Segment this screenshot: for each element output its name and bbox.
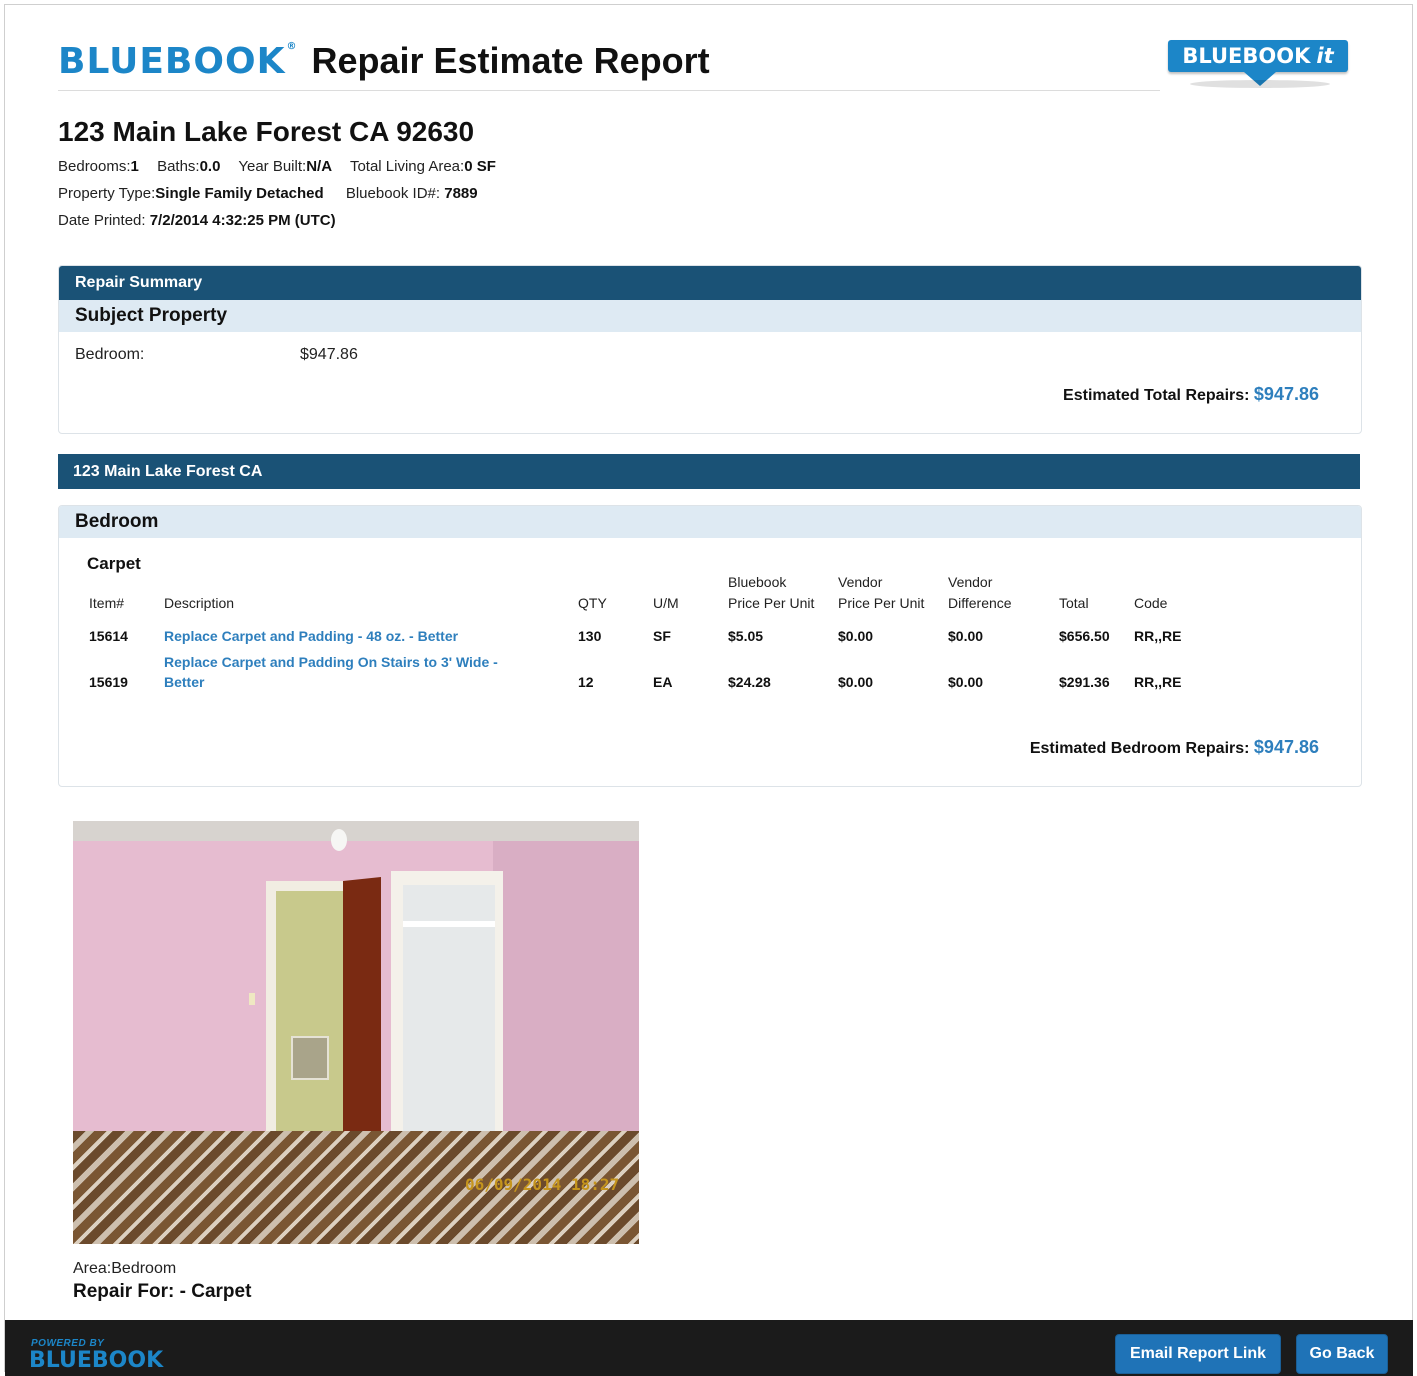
col-total: Total (1059, 595, 1089, 611)
col-vendor-bottom: Price Per Unit (838, 595, 925, 611)
row-description-link[interactable]: Replace Carpet and Padding - 48 oz. - Be… (164, 626, 458, 646)
row-bluebook-price: $24.28 (728, 674, 771, 690)
row-description-link-continued[interactable]: Better (164, 672, 204, 692)
row-difference: $0.00 (948, 628, 984, 644)
col-code: Code (1134, 595, 1168, 611)
photo-door (343, 877, 381, 1166)
repair-summary-panel: Repair Summary Subject Property Bedroom:… (58, 265, 1362, 434)
row-item: 15614 (89, 628, 128, 644)
photo-wall (493, 841, 639, 1141)
email-report-link-button[interactable]: Email Report Link (1115, 1334, 1281, 1374)
col-diff-top: Vendor (948, 574, 993, 590)
footer-bluebook-logo: BLUEBOOK (29, 1348, 164, 1373)
bedroom-photo[interactable]: 06/09/2014 18:27 (73, 821, 639, 1244)
row-bluebook-price: $5.05 (728, 628, 764, 644)
estimated-bedroom-value: $947.86 (1253, 737, 1319, 757)
row-total: $656.50 (1059, 628, 1110, 644)
row-difference: $0.00 (948, 674, 984, 690)
estimated-total-value: $947.86 (1253, 384, 1319, 404)
row-qty: 12 (578, 674, 594, 690)
row-item: 15619 (89, 674, 128, 690)
photo-outlet (249, 993, 255, 1005)
summary-row-value[interactable]: $947.86 (300, 346, 358, 364)
row-total: $291.36 (1059, 674, 1110, 690)
photo-light-bulb (331, 829, 347, 851)
estimated-total-repairs: Estimated Total Repairs: $947.86 (1063, 384, 1319, 404)
category-carpet: Carpet (87, 554, 141, 573)
go-back-button[interactable]: Go Back (1296, 1334, 1388, 1374)
photo-repair-caption: Repair For: - Carpet (73, 1281, 252, 1302)
col-item: Item# (89, 595, 125, 611)
badge-shadow (1190, 80, 1330, 88)
bluebook-logo: BLUEBOOK® (58, 40, 298, 82)
estimated-bedroom-repairs: Estimated Bedroom Repairs: $947.86 (1029, 737, 1319, 757)
property-stats: Bedrooms:1 Baths:0.0 Year Built:N/A Tota… (58, 158, 496, 175)
row-description-link[interactable]: Replace Carpet and Padding On Stairs to … (164, 652, 498, 672)
header-divider (58, 90, 1160, 91)
row-qty: 130 (578, 628, 602, 644)
bedroom-panel: Bedroom Carpet Item# Description QTY U/M… (58, 505, 1362, 787)
photo-shelf (403, 921, 495, 927)
subject-property-subheader: Subject Property (59, 300, 1361, 332)
property-type-line: Property Type:Single Family Detached Blu… (58, 185, 478, 202)
col-bluebook-bottom: Price Per Unit (728, 595, 815, 611)
report-header: BLUEBOOK® Repair Estimate Report (58, 38, 710, 84)
col-vendor-top: Vendor (838, 574, 883, 590)
col-um: U/M (653, 595, 679, 611)
photo-area-caption: Area:Bedroom (73, 1260, 177, 1277)
bedroom-subheader: Bedroom (59, 506, 1361, 538)
col-qty: QTY (578, 595, 607, 611)
row-code: RR,,RE (1134, 628, 1182, 644)
page-title: Repair Estimate Report (311, 40, 710, 81)
col-diff-bottom: Difference (948, 595, 1012, 611)
row-um: EA (653, 674, 673, 690)
row-code: RR,,RE (1134, 674, 1182, 690)
address-section-header: 123 Main Lake Forest CA (58, 454, 1360, 489)
col-bluebook-top: Bluebook (728, 574, 787, 590)
row-vendor-price: $0.00 (838, 628, 874, 644)
repair-summary-header: Repair Summary (59, 266, 1361, 300)
col-description: Description (164, 595, 235, 611)
row-vendor-price: $0.00 (838, 674, 874, 690)
photo-ceiling (73, 821, 639, 841)
bluebook-it-logo: BLUEBOOK it (1168, 40, 1348, 72)
summary-row-label: Bedroom: (75, 346, 145, 363)
property-address: 123 Main Lake Forest CA 92630 (58, 116, 475, 147)
photo-vent (291, 1036, 329, 1080)
date-printed-line: Date Printed: 7/2/2014 4:32:25 PM (UTC) (58, 212, 336, 229)
photo-timestamp: 06/09/2014 18:27 (465, 1175, 620, 1194)
row-um: SF (653, 628, 671, 644)
